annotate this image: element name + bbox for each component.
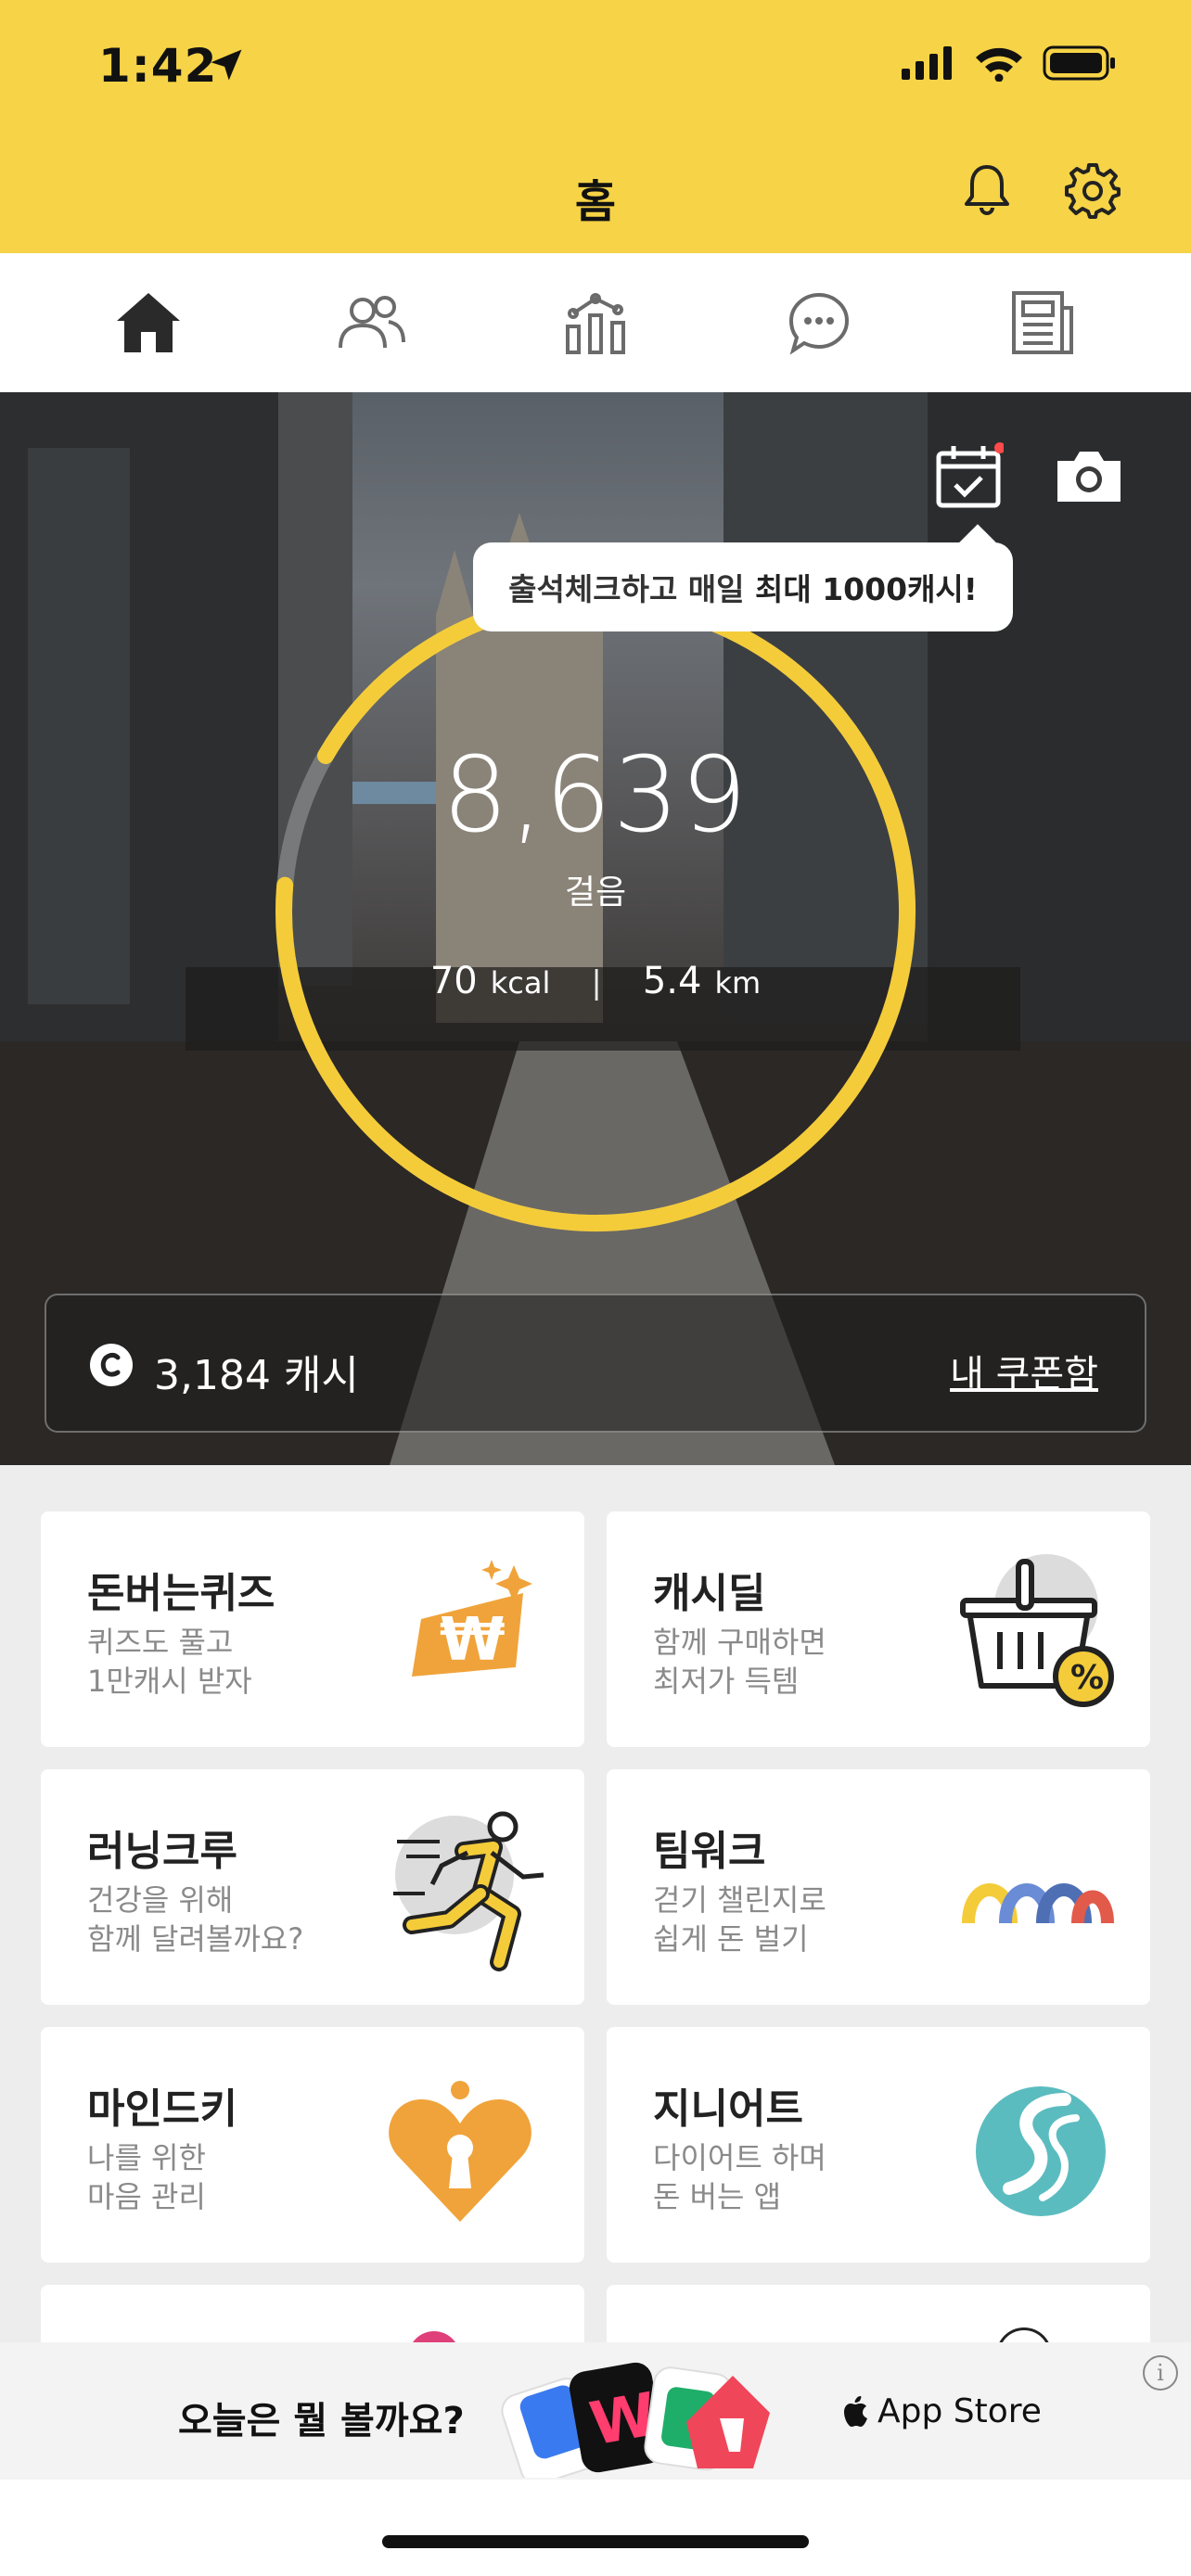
svg-text:₩: ₩ <box>440 1606 506 1675</box>
heart-keyhole-icon <box>389 2081 531 2222</box>
home-icon <box>117 293 181 352</box>
card-subtitle-line: 함께 달려볼까요? <box>87 1921 304 1957</box>
status-time: 1:42 <box>98 39 218 93</box>
card-subtitle: 나를 위한마음 관리 <box>87 2138 206 2216</box>
bell-icon[interactable] <box>957 159 1017 219</box>
card-subtitle: 걷기 챌린지로 쉽게 돈 벌기 <box>653 1881 826 1958</box>
card-mindkey[interactable]: 마인드키 나를 위한마음 관리 <box>41 2027 584 2263</box>
battery-icon <box>1043 45 1115 81</box>
ad-banner[interactable]: 오늘은 뭘 볼까요? W App Store i <box>0 2342 1191 2480</box>
attendance-tooltip[interactable]: 출석체크하고 매일 최대 1000캐시! <box>473 542 1013 631</box>
camera-icon[interactable] <box>1054 448 1124 505</box>
my-coupons-link[interactable]: 내 쿠폰함 <box>950 1344 1098 1397</box>
step-hero: 출석체크하고 매일 최대 1000캐시! 8,639 걸음 70 kcal | … <box>0 392 1191 1465</box>
svg-text:%: % <box>1070 1659 1104 1697</box>
nav-friends[interactable] <box>316 267 428 378</box>
card-title: 캐시딜 <box>653 1570 766 1617</box>
home-indicator <box>382 2535 809 2548</box>
card-subtitle: 다이어트 하며돈 버는 앱 <box>653 2138 826 2216</box>
card-subtitle-line: 1만캐시 받자 <box>87 1664 252 1699</box>
location-arrow-icon <box>211 49 242 81</box>
news-icon <box>1011 291 1073 354</box>
arches-icon <box>962 1883 1114 1924</box>
card-subtitle-line: 건강을 위해 <box>87 1882 234 1918</box>
card-teamwalk[interactable]: 팀워크 걷기 챌린지로 쉽게 돈 벌기 <box>607 1769 1150 2005</box>
gear-icon[interactable] <box>1063 159 1122 219</box>
signal-icon <box>902 46 952 80</box>
won-sparkle-icon: ₩ <box>412 1560 532 1677</box>
card-subtitle-line: 쉽게 돈 벌기 <box>653 1921 809 1957</box>
tooltip-text: 출석체크하고 매일 <box>508 571 756 607</box>
status-icons <box>902 45 1117 82</box>
card-runningcrew[interactable]: 러닝크루 건강을 위해 함께 달려볼까요? <box>41 1769 584 2005</box>
app-header: 1:42 홈 <box>0 0 1191 253</box>
km-value: 5.4 <box>642 960 702 1002</box>
wifi-icon <box>976 47 1022 82</box>
kcal-value: 70 <box>429 960 478 1002</box>
metric-separator: | <box>591 964 602 1001</box>
ad-info-icon[interactable]: i <box>1143 2355 1178 2391</box>
chat-icon <box>788 292 849 355</box>
card-subtitle-line: 나를 위한 <box>87 2140 206 2175</box>
runner-icon <box>393 1811 544 1971</box>
card-subtitle-line: 마음 관리 <box>87 2179 206 2214</box>
ad-headline: 오늘은 뭘 볼까요? <box>178 2400 465 2442</box>
card-genieet[interactable]: 지니어트 다이어트 하며돈 버는 앱 <box>607 2027 1150 2263</box>
app-store-label: App Store <box>844 2392 1042 2430</box>
card-subtitle-line: 돈 버는 앱 <box>653 2179 782 2214</box>
card-title: 지니어트 <box>653 2085 803 2133</box>
card-quiz[interactable]: 돈버는퀴즈 퀴즈도 풀고 1만캐시 받자 ₩ <box>41 1511 584 1747</box>
card-subtitle: 건강을 위해 함께 달려볼까요? <box>87 1881 303 1958</box>
cash-balance: 3,184 캐시 <box>154 1352 359 1399</box>
stats-icon <box>565 293 625 354</box>
step-count: 8,639 <box>442 735 749 856</box>
main-nav <box>0 253 1191 392</box>
s-circle-icon <box>976 2086 1106 2216</box>
kcal-unit: kcal <box>490 965 551 1001</box>
card-title: 돈버는퀴즈 <box>87 1570 275 1617</box>
card-title: 마인드키 <box>87 2085 237 2133</box>
app-store-text: App Store <box>877 2392 1042 2430</box>
nav-stats[interactable] <box>540 267 651 378</box>
apple-icon <box>844 2395 867 2427</box>
cash-balance-bar[interactable]: 3,184 캐시 내 쿠폰함 <box>45 1294 1146 1433</box>
card-subtitle-line: 퀴즈도 풀고 <box>87 1625 234 1660</box>
step-metrics: 70 kcal | 5.4 km <box>0 960 1191 1002</box>
nav-chat[interactable] <box>763 267 875 378</box>
card-subtitle-line: 다이어트 하며 <box>653 2140 826 2175</box>
cash-coin-icon <box>90 1344 133 1386</box>
card-subtitle-line: 최저가 득템 <box>653 1664 800 1699</box>
card-subtitle: 함께 구매하면최저가 득템 <box>653 1623 826 1701</box>
people-icon <box>339 296 406 349</box>
card-title: 러닝크루 <box>87 1828 237 1875</box>
card-subtitle-line: 함께 구매하면 <box>653 1625 826 1660</box>
basket-percent-icon: % <box>960 1554 1114 1707</box>
nav-home[interactable] <box>93 267 204 378</box>
card-title: 팀워크 <box>653 1828 766 1875</box>
tooltip-bold-text: 최대 1000캐시! <box>755 571 978 607</box>
km-unit: km <box>714 965 762 1001</box>
ad-app-icons: W <box>501 2362 770 2478</box>
card-cashdeal[interactable]: 캐시딜 함께 구매하면최저가 득템 % <box>607 1511 1150 1747</box>
bottom-safe-area <box>0 2480 1191 2576</box>
card-subtitle-line: 걷기 챌린지로 <box>653 1882 826 1918</box>
step-unit: 걸음 <box>564 874 627 912</box>
card-subtitle: 퀴즈도 풀고 1만캐시 받자 <box>87 1623 252 1701</box>
nav-news[interactable] <box>987 267 1098 378</box>
attendance-calendar-icon[interactable] <box>935 442 1004 511</box>
